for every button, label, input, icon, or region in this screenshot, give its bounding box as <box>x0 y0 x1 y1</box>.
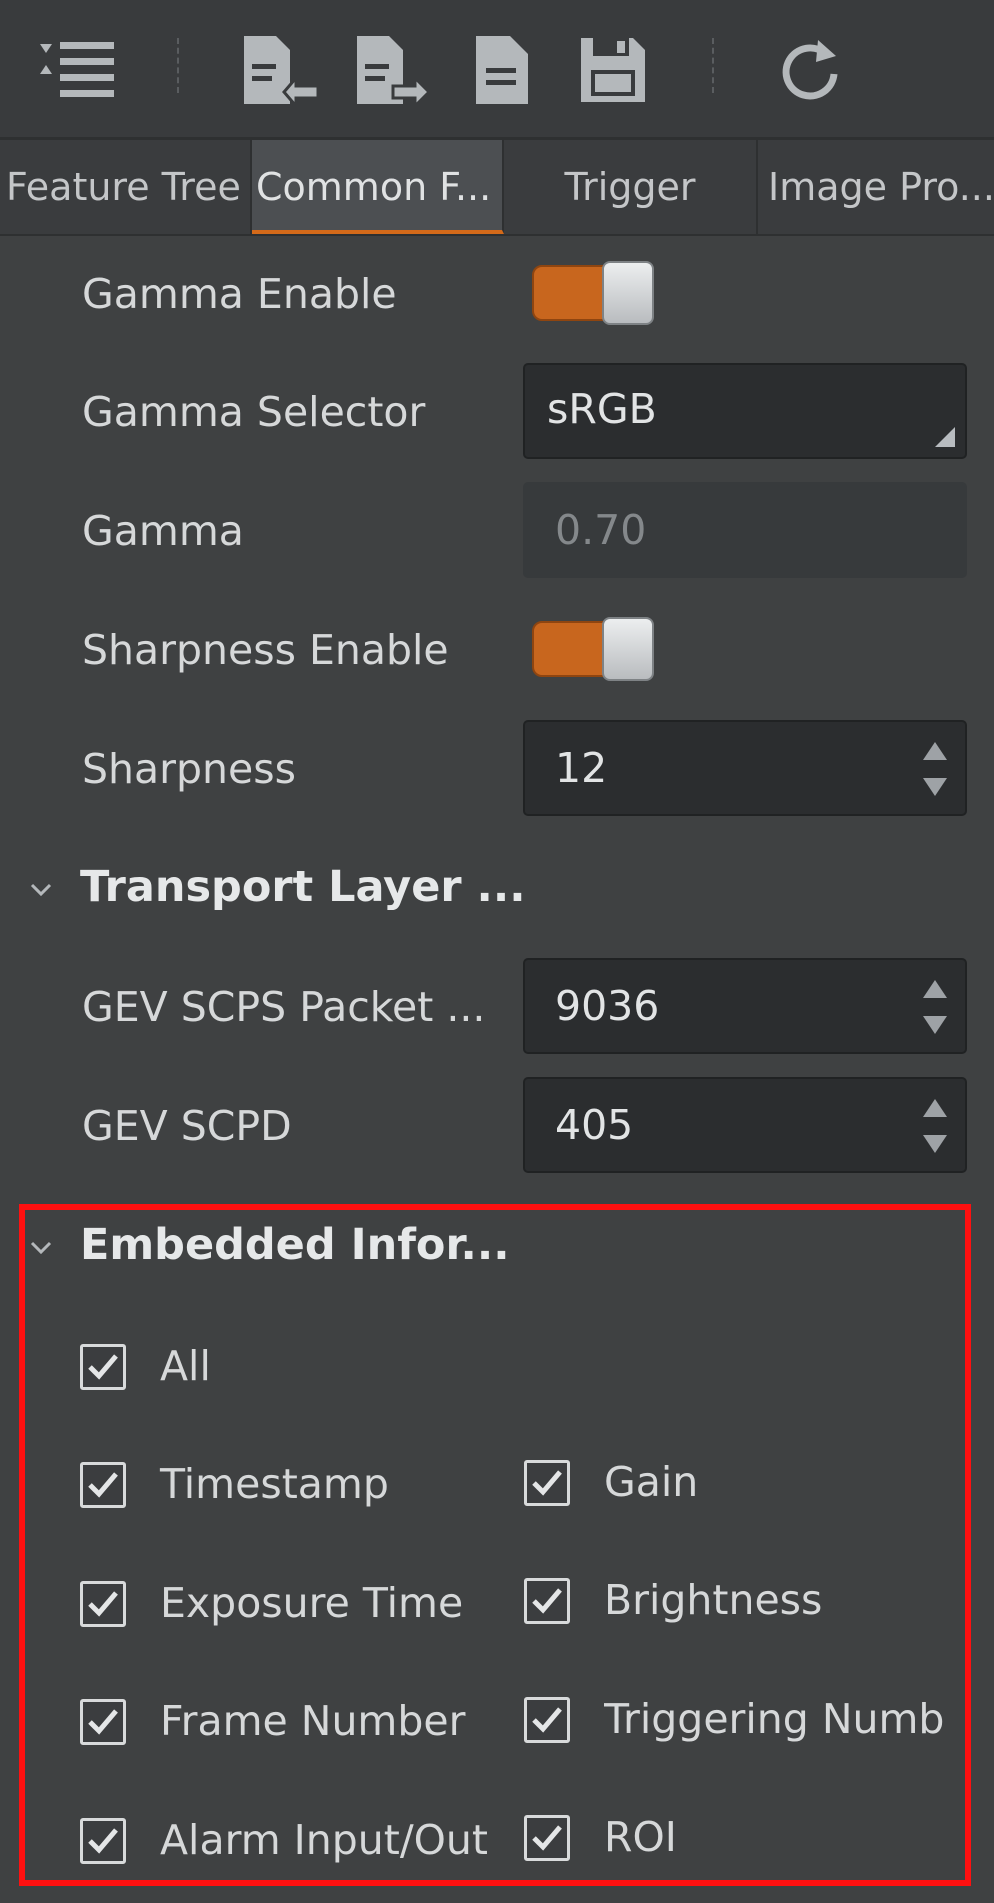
sharpness-label: Sharpness <box>82 745 296 793</box>
gamma-field: 0.70 <box>523 482 967 578</box>
gev-scpd-spinbox[interactable]: 405 <box>523 1077 967 1173</box>
gamma-enable-toggle[interactable] <box>532 261 656 325</box>
transport-layer-section-header[interactable]: Transport Layer ... <box>30 862 526 912</box>
tab-label: Common F... <box>256 165 492 209</box>
gamma-selector-value: sRGB <box>547 385 657 433</box>
toggle-knob <box>602 261 654 325</box>
toggle-knob <box>602 617 654 681</box>
tab-bar: Feature Tree Common F... Trigger Image P… <box>0 140 994 236</box>
transport-layer-title: Transport Layer ... <box>80 862 526 912</box>
import-file-icon[interactable] <box>240 30 320 110</box>
gamma-selector-label: Gamma Selector <box>82 388 426 436</box>
export-file-icon[interactable] <box>353 30 433 110</box>
tab-label: Trigger <box>564 165 696 209</box>
tab-label: Feature Tree <box>6 165 241 209</box>
gamma-value: 0.70 <box>555 506 647 554</box>
sharpness-enable-label: Sharpness Enable <box>82 626 449 674</box>
spin-arrows-icon[interactable] <box>919 1091 951 1161</box>
tab-feature-tree[interactable]: Feature Tree <box>0 140 252 234</box>
gev-scps-packet-label: GEV SCPS Packet ... <box>82 983 486 1031</box>
tab-trigger[interactable]: Trigger <box>504 140 758 234</box>
sharpness-enable-toggle[interactable] <box>532 617 656 681</box>
gev-scps-packet-spinbox[interactable]: 9036 <box>523 958 967 1054</box>
gamma-enable-label: Gamma Enable <box>82 270 397 318</box>
document-icon[interactable] <box>462 30 542 110</box>
list-collapse-icon[interactable] <box>38 30 118 110</box>
refresh-icon[interactable] <box>772 30 852 110</box>
gamma-label: Gamma <box>82 507 244 555</box>
tab-label: Image Pro... <box>768 165 994 209</box>
dropdown-corner-icon <box>935 427 955 447</box>
gamma-selector-dropdown[interactable]: sRGB <box>523 363 967 459</box>
spin-arrows-icon[interactable] <box>919 734 951 804</box>
chevron-down-icon <box>30 883 52 896</box>
tab-image-processing[interactable]: Image Pro... <box>758 140 994 234</box>
toolbar <box>0 0 994 140</box>
gev-scps-packet-value: 9036 <box>555 982 660 1030</box>
spin-arrows-icon[interactable] <box>919 972 951 1042</box>
gev-scpd-label: GEV SCPD <box>82 1102 292 1150</box>
sharpness-spinbox[interactable]: 12 <box>523 720 967 816</box>
sharpness-value: 12 <box>555 744 608 792</box>
gev-scpd-value: 405 <box>555 1101 634 1149</box>
toolbar-separator <box>177 38 179 93</box>
highlight-box <box>19 1204 971 1886</box>
save-icon[interactable] <box>573 30 653 110</box>
toolbar-separator <box>712 38 714 93</box>
tab-common-features[interactable]: Common F... <box>252 140 504 234</box>
